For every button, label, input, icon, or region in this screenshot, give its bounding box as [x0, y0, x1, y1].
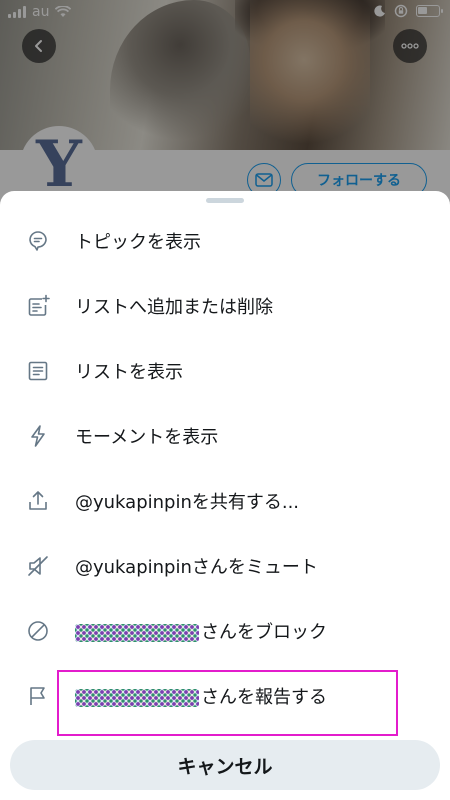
menu-item-view-moments[interactable]: モーメントを表示	[0, 408, 450, 464]
menu-item-label: リストを表示	[75, 362, 183, 383]
menu-item-share[interactable]: @yukapinpinを共有する...	[0, 473, 450, 529]
lightning-icon	[26, 424, 50, 448]
redacted-username	[75, 624, 199, 642]
menu-item-label: さんをブロック	[201, 622, 327, 643]
menu-item-label: リストへ追加または削除	[75, 297, 273, 318]
menu-item-view-lists[interactable]: リストを表示	[0, 343, 450, 399]
flag-icon	[26, 684, 50, 708]
menu-item-label: トピックを表示	[75, 232, 201, 253]
cancel-button[interactable]: キャンセル	[10, 740, 440, 790]
sheet-grabber[interactable]	[206, 198, 244, 203]
menu-item-add-remove-lists[interactable]: リストへ追加または削除	[0, 278, 450, 334]
block-icon	[26, 619, 50, 643]
share-icon	[26, 489, 50, 513]
list-icon	[26, 359, 50, 383]
menu-item-mute[interactable]: @yukapinpinさんをミュート	[0, 538, 450, 594]
mute-icon	[26, 554, 50, 578]
menu-item-label: モーメントを表示	[75, 427, 219, 448]
menu-item-label-row: さんをブロック	[75, 618, 327, 644]
menu-item-view-topics[interactable]: トピックを表示	[0, 213, 450, 269]
action-sheet: トピックを表示 リストへ追加または削除 リストを表示 モーメントを表示 @yuk…	[0, 191, 450, 800]
menu-item-label: @yukapinpinを共有する...	[75, 492, 300, 513]
list-add-icon	[26, 294, 50, 318]
highlight-annotation	[57, 670, 398, 736]
menu-item-block[interactable]: さんをブロック	[0, 603, 450, 659]
topic-icon	[26, 229, 50, 253]
menu-item-label: @yukapinpinさんをミュート	[75, 557, 318, 578]
